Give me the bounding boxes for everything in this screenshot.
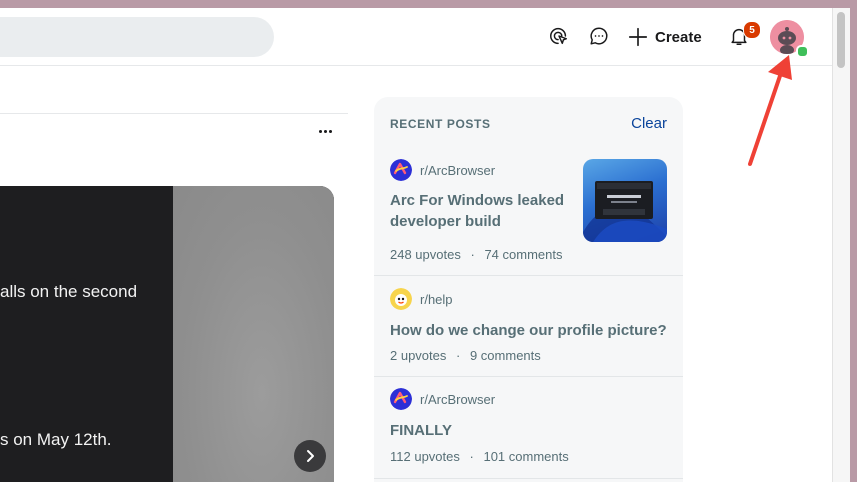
post-title-line: Arc For Windows leaked [390,192,565,209]
plus-icon [628,27,648,47]
comment-count: 74 comments [484,247,563,262]
media-caption-line: alls on the second [0,282,138,301]
help-community-icon [390,288,412,310]
post-title[interactable]: How do we change our profile picture? [390,320,667,341]
top-nav-bar: Create 5 [0,8,832,66]
subreddit-name: r/ArcBrowser [420,391,496,407]
subreddit-name: r/help [420,291,453,307]
post-meta: 248 upvotes · 74 comments [390,247,562,262]
media-caption-line: s on May 12th. [0,430,112,449]
window-edge [850,0,857,482]
subreddit-name: r/ArcBrowser [420,162,496,178]
post-meta: 112 upvotes · 101 comments [390,449,569,464]
search-input[interactable] [0,17,274,57]
comment-count: 101 comments [483,449,569,464]
upvote-count: 248 upvotes [390,247,461,262]
more-options-icon[interactable] [312,122,338,140]
post-title-line: developer build [390,213,501,230]
separator: · [469,449,474,464]
carousel-next-button[interactable] [294,440,326,472]
annotation-arrow-icon [748,55,792,166]
comment-count: 9 comments [469,348,541,363]
separator: · [470,247,475,262]
separator: · [456,348,461,363]
post-title[interactable]: Arc For Windows leaked developer build [390,190,564,232]
arcbrowser-community-icon [390,388,412,410]
page-scrollbar[interactable] [832,8,851,482]
divider [0,113,348,114]
arcbrowser-community-icon [390,159,412,181]
recent-post-item[interactable]: r/help How do we change our profile pict… [374,275,683,377]
scrollbar-thumb[interactable] [837,12,845,68]
post-meta: 2 upvotes · 9 comments [390,348,541,363]
chevron-right-icon [307,450,314,462]
media-slide-next [173,186,334,482]
browser-viewport: Create 5 alls on the second s on May 12t… [0,8,832,482]
post-title[interactable]: FINALLY [390,420,452,441]
post-media-carousel[interactable]: alls on the second s on May 12th. [0,186,334,482]
create-button-label: Create [655,28,702,46]
post-thumbnail[interactable] [583,159,667,242]
recent-post-item[interactable]: r/ArcBrowser FINALLY 112 upvotes · 101 c… [374,376,683,479]
recent-posts-panel: RECENT POSTS Clear r/ArcBrowser Arc For … [374,97,683,482]
thumbnail-image [583,181,667,242]
advertise-icon[interactable] [547,24,571,48]
upvote-count: 2 upvotes [390,348,447,363]
notification-badge: 5 [743,21,761,39]
chat-icon[interactable] [587,24,611,48]
recent-post-item[interactable]: r/ArcBrowser Arc For Windows leaked deve… [374,97,683,276]
create-button[interactable]: Create [627,22,702,52]
upvote-count: 112 upvotes [390,449,460,464]
